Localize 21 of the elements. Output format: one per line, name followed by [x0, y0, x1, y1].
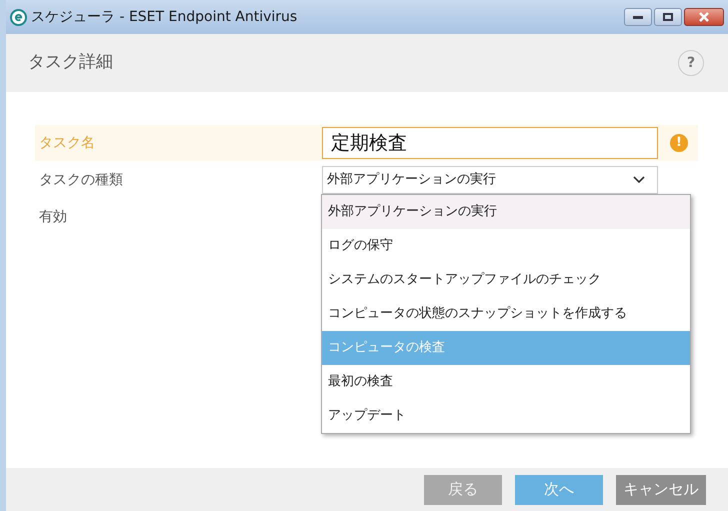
task-name-field[interactable]: 定期検査: [322, 127, 658, 159]
menu-item[interactable]: アップデート: [322, 399, 690, 433]
page-title: タスク詳細: [28, 51, 113, 74]
close-button[interactable]: [684, 8, 724, 26]
field-label: タスク名: [39, 134, 96, 152]
menu-item[interactable]: システムのスタートアップファイルのチェック: [322, 263, 690, 297]
menu-item[interactable]: 外部アプリケーションの実行: [322, 195, 690, 229]
warning-icon: !: [670, 134, 688, 152]
chevron-down-icon: [633, 176, 645, 184]
field-label: タスクの種類: [39, 170, 124, 190]
task-type-dropdown[interactable]: 外部アプリケーションの実行: [322, 166, 658, 194]
menu-item[interactable]: ログの保守: [322, 229, 690, 263]
minimize-button[interactable]: [624, 8, 652, 26]
window-title: スケジューラ - ESET Endpoint Antivirus: [31, 8, 298, 26]
menu-item[interactable]: コンピュータの状態のスナップショットを作成する: [322, 297, 690, 331]
app-logo-icon: [10, 8, 27, 26]
field-label: 有効: [39, 208, 67, 226]
help-button[interactable]: ?: [678, 50, 704, 76]
menu-item[interactable]: 最初の検査: [322, 365, 690, 399]
maximize-button[interactable]: [654, 8, 682, 26]
close-icon: [699, 12, 709, 22]
